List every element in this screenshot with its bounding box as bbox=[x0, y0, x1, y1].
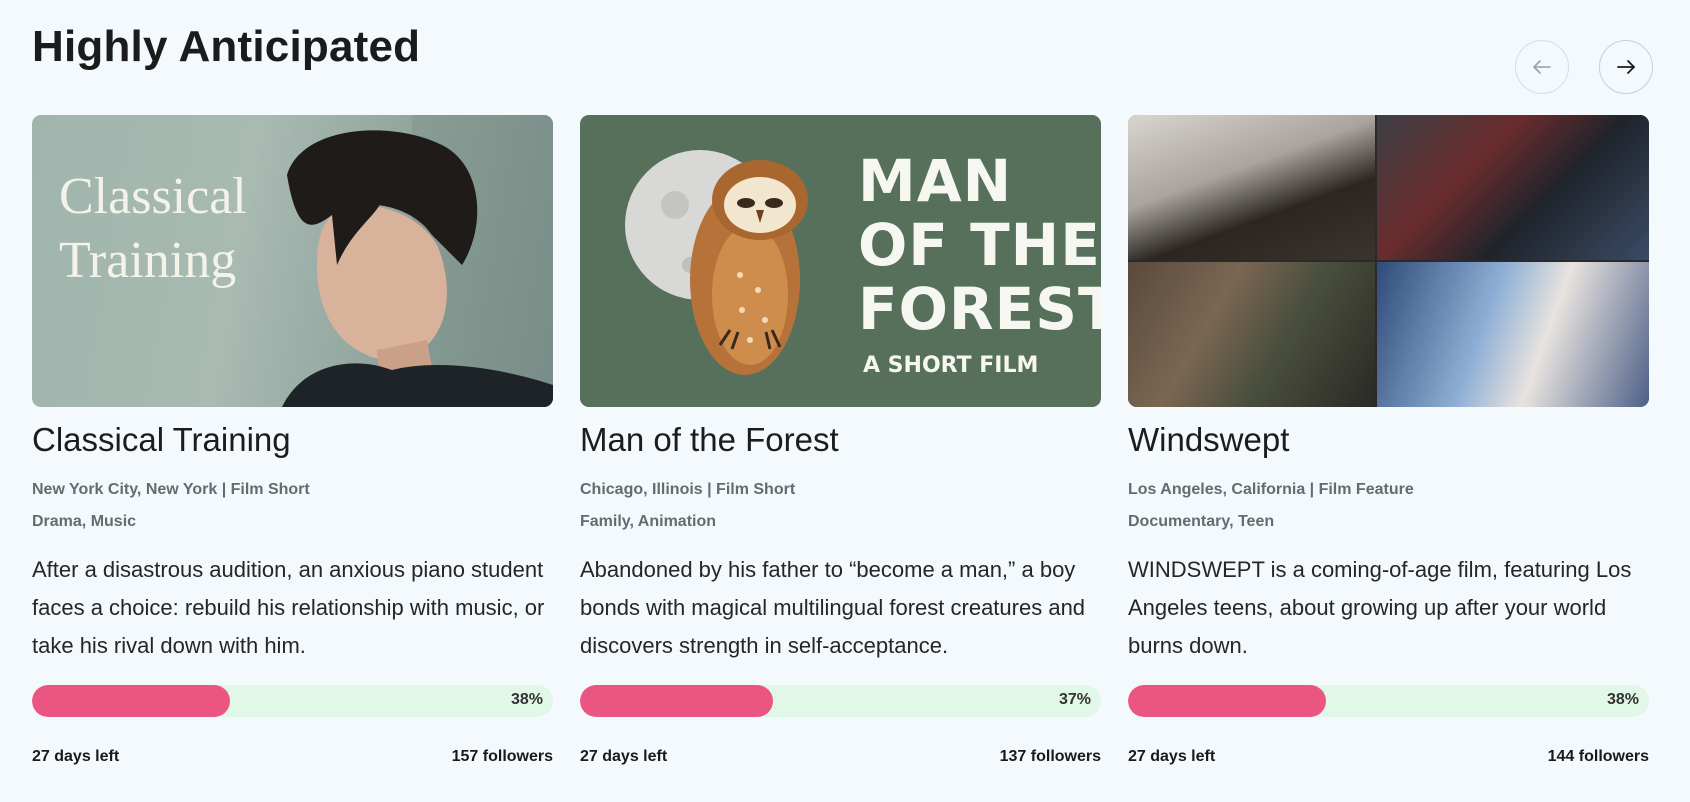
project-genres: Family, Animation bbox=[580, 513, 717, 530]
followers-count: 157 followers bbox=[451, 748, 553, 765]
days-left: 27 days left bbox=[32, 748, 120, 765]
thumbnail-title-text: Classical Training bbox=[59, 168, 247, 289]
project-location: Los Angeles, California | Film Feature bbox=[1128, 481, 1414, 498]
arrow-left-icon bbox=[1533, 60, 1551, 74]
project-location: New York City, New York | Film Short bbox=[32, 481, 310, 498]
project-card[interactable]: MAN OF THE FOREST A SHORT FILM Man of the … bbox=[580, 115, 1101, 795]
project-description: After a disastrous audition, an anxious … bbox=[32, 557, 545, 658]
days-left: 27 days left bbox=[580, 748, 668, 765]
carousel-prev-button[interactable] bbox=[1515, 40, 1569, 94]
collage-photo bbox=[1377, 262, 1649, 407]
collage-photo bbox=[1377, 115, 1649, 260]
progress-fill bbox=[32, 685, 230, 717]
project-description: WINDSWEPT is a coming-of-age film, featu… bbox=[1128, 557, 1632, 658]
project-title[interactable]: Classical Training bbox=[32, 421, 291, 459]
project-thumbnail[interactable] bbox=[1128, 115, 1649, 407]
days-left: 27 days left bbox=[1128, 748, 1216, 765]
funding-progress-bar: 38% bbox=[32, 685, 553, 717]
project-genres: Documentary, Teen bbox=[1128, 513, 1275, 530]
project-description: Abandoned by his father to “become a man… bbox=[580, 557, 1086, 658]
progress-fill bbox=[580, 685, 773, 717]
progress-percent: 38% bbox=[510, 691, 543, 708]
project-title[interactable]: Man of the Forest bbox=[580, 421, 839, 459]
followers-count: 137 followers bbox=[999, 748, 1101, 765]
section-title: Highly Anticipated bbox=[32, 22, 421, 71]
funding-progress-bar: 37% bbox=[580, 685, 1101, 717]
project-card-list: Classical Training Classical Training New… bbox=[32, 115, 1649, 795]
collage-photo bbox=[1128, 115, 1375, 260]
project-location: Chicago, Illinois | Film Short bbox=[580, 481, 796, 498]
project-thumbnail[interactable]: MAN OF THE FOREST A SHORT FILM bbox=[580, 115, 1101, 407]
project-card[interactable]: Windswept Los Angeles, California | Film… bbox=[1128, 115, 1649, 795]
project-title[interactable]: Windswept bbox=[1128, 421, 1289, 459]
project-genres: Drama, Music bbox=[32, 513, 137, 530]
arrow-right-icon bbox=[1617, 60, 1635, 74]
progress-fill bbox=[1128, 685, 1326, 717]
carousel-next-button[interactable] bbox=[1599, 40, 1653, 94]
followers-count: 144 followers bbox=[1547, 748, 1649, 765]
funding-progress-bar: 38% bbox=[1128, 685, 1649, 717]
thumbnail-title-text: MAN OF THE FOREST bbox=[858, 147, 1101, 343]
progress-percent: 38% bbox=[1606, 691, 1639, 708]
thumbnail-subtitle-text: A SHORT FILM bbox=[863, 353, 1039, 378]
collage-photo bbox=[1128, 262, 1375, 407]
project-card[interactable]: Classical Training Classical Training New… bbox=[32, 115, 553, 795]
project-thumbnail[interactable]: Classical Training bbox=[32, 115, 553, 407]
progress-percent: 37% bbox=[1058, 691, 1091, 708]
